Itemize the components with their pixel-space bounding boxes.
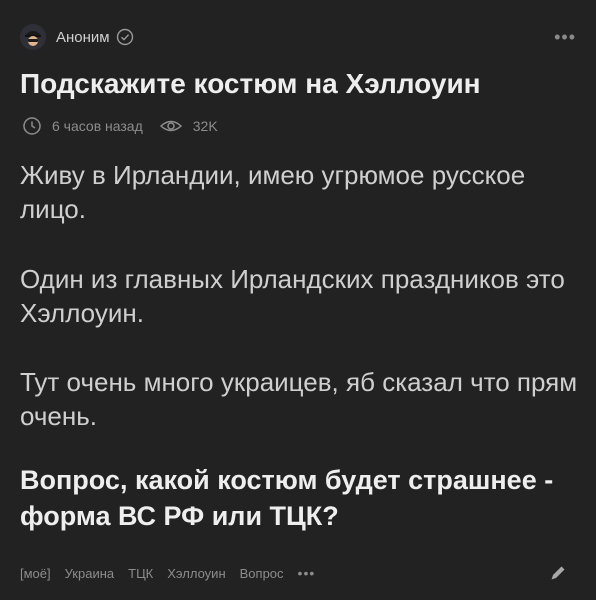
post-header: Аноним ••• <box>20 22 576 52</box>
author-name[interactable]: Аноним <box>56 29 110 46</box>
more-options-icon[interactable]: ••• <box>554 28 576 46</box>
more-tags-button[interactable]: ••• <box>298 565 316 581</box>
eye-icon <box>159 116 183 136</box>
tag-list: [моё] Украина ТЦК Хэллоуин Вопрос ••• <box>20 562 315 584</box>
tag-item[interactable]: Хэллоуин <box>167 566 225 581</box>
tag-item[interactable]: [моё] <box>20 566 51 581</box>
tag-item[interactable]: Украина <box>65 566 115 581</box>
post-paragraph: Тут очень много украицев, яб сказал что … <box>20 367 578 431</box>
anonymous-mask-icon <box>25 31 41 46</box>
check-circle-icon <box>116 28 134 46</box>
avatar[interactable] <box>20 24 46 50</box>
clock-icon <box>22 116 42 136</box>
post-paragraph: Живу в Ирландии, имею угрюмое русское ли… <box>20 160 526 224</box>
view-count: 32K <box>192 118 218 134</box>
post-paragraph: Один из главных Ирландских праздников эт… <box>20 264 565 328</box>
tag-item[interactable]: Вопрос <box>240 566 284 581</box>
post-title[interactable]: Подскажите костюм на Хэллоуин <box>20 66 580 102</box>
post-meta: 6 часов назад 32K <box>22 116 218 136</box>
edit-icon[interactable] <box>548 563 568 583</box>
post-time: 6 часов назад <box>52 118 143 134</box>
tag-item[interactable]: ТЦК <box>128 566 153 581</box>
post-question: Вопрос, какой костюм будет страшнее - фо… <box>20 465 554 531</box>
